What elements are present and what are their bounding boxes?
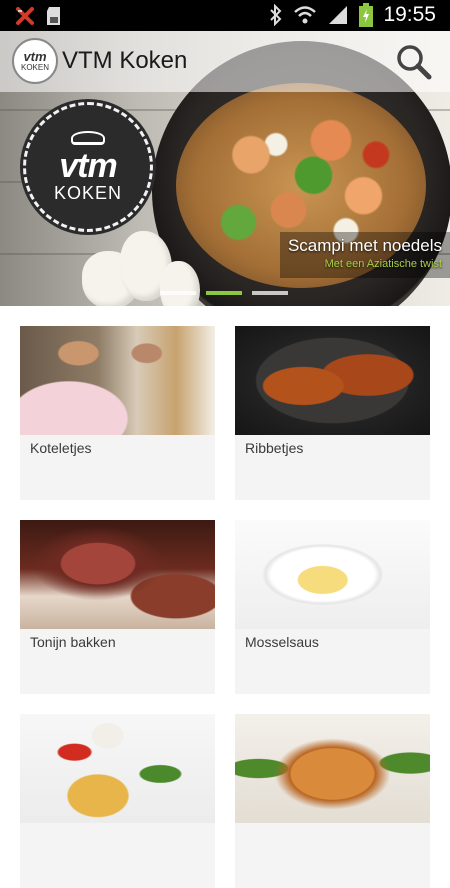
vtm-koken-badge-logo: vtm KOKEN <box>23 102 153 232</box>
sd-card-icon <box>47 7 60 25</box>
recipe-card-mosselsaus[interactable]: Mosselsaus <box>235 520 430 694</box>
carousel-dot-1[interactable] <box>160 291 196 295</box>
app-logo[interactable]: vtm KOKEN <box>12 38 58 84</box>
badge-line-1: vtm <box>59 147 117 185</box>
recipe-card-ribbetjes[interactable]: Ribbetjes <box>235 326 430 500</box>
status-time: 19:55 <box>383 3 436 26</box>
hero-subtitle: Met een Aziatische twist <box>324 258 442 270</box>
carousel-page-indicator <box>160 291 288 295</box>
recipe-card-tonijn-bakken[interactable]: Tonijn bakken <box>20 520 215 694</box>
recipe-label: Ribbetjes <box>245 440 304 456</box>
signal-icon <box>329 6 348 24</box>
recipe-photo <box>20 714 215 823</box>
recipe-card-6[interactable] <box>235 714 430 888</box>
no-sim-icon <box>16 7 34 25</box>
carousel-dot-2[interactable] <box>206 291 242 295</box>
recipe-photo <box>235 714 430 823</box>
recipe-photo <box>20 520 215 629</box>
battery-charging-icon <box>359 3 374 27</box>
action-bar: vtm KOKEN VTM Koken <box>0 31 450 92</box>
recipe-card-koteletjes[interactable]: Koteletjes <box>20 326 215 500</box>
app-logo-line-1: vtm <box>23 48 47 64</box>
wifi-icon <box>294 6 317 24</box>
carousel-dot-3[interactable] <box>252 291 288 295</box>
recipe-photo <box>20 326 215 435</box>
status-bar: 19:55 <box>0 0 450 31</box>
recipe-label: Mosselsaus <box>245 634 319 650</box>
hero-caption: Scampi met noedels Met een Aziatische tw… <box>282 236 442 270</box>
recipe-label: Tonijn bakken <box>30 634 116 650</box>
chef-hat-icon <box>71 131 105 145</box>
recipe-photo <box>235 326 430 435</box>
app-title: VTM Koken <box>62 47 188 74</box>
bluetooth-icon <box>270 4 282 26</box>
recipe-card-5[interactable] <box>20 714 215 888</box>
hero-title: Scampi met noedels <box>287 236 442 255</box>
search-icon[interactable] <box>394 42 434 82</box>
recipe-label: Koteletjes <box>30 440 92 456</box>
recipe-photo <box>235 520 430 629</box>
app-logo-line-2: KOKEN <box>20 62 49 72</box>
badge-line-2: KOKEN <box>53 183 123 203</box>
